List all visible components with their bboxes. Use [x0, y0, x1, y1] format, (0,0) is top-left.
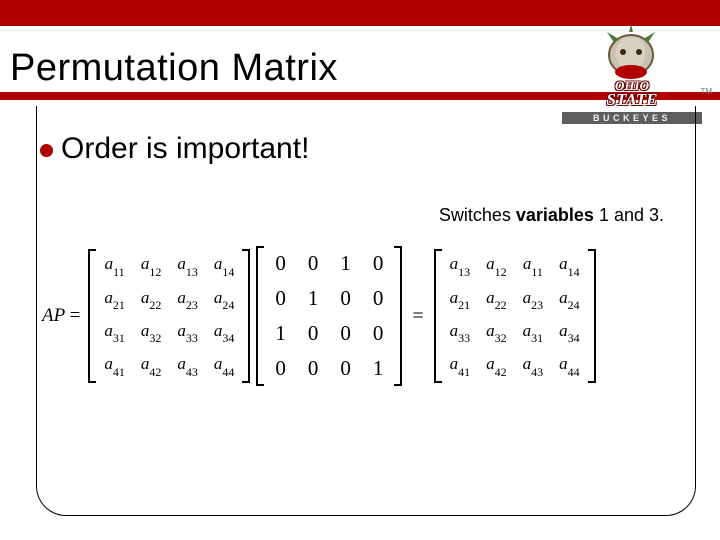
- matrix-cell: a42: [478, 349, 515, 382]
- trademark: TM: [700, 87, 712, 96]
- matrix-cell: a44: [206, 349, 243, 382]
- ohio-state-logo: OHIOSTATE BUCKEYES TM: [562, 20, 702, 110]
- matrix-cell: 0: [264, 351, 297, 386]
- matrix-cell: 1: [362, 351, 395, 386]
- matrix-cell: a44: [551, 349, 588, 382]
- matrix-cell: a22: [133, 283, 170, 316]
- matrix-cell: a34: [551, 316, 588, 349]
- equation: AP = a11a12a13a14a21a22a23a24a31a32a33a3…: [42, 246, 692, 386]
- matrix-cell: a41: [96, 349, 133, 382]
- matrix-cell: 0: [297, 351, 330, 386]
- matrix-cell: a33: [169, 316, 206, 349]
- caption: Switches variables 1 and 3.: [439, 205, 664, 226]
- matrix-cell: a11: [96, 249, 133, 282]
- matrix-p: 0010010010000001: [256, 246, 402, 386]
- matrix-cell: a43: [515, 349, 552, 382]
- matrix-cell: a24: [206, 283, 243, 316]
- matrix-cell: a41: [442, 349, 479, 382]
- matrix-a: a11a12a13a14a21a22a23a24a31a32a33a34a41a…: [88, 249, 250, 383]
- matrix-cell: 0: [329, 351, 362, 386]
- slide: Permutation Matrix OHIOSTATE BUCKEYES TM…: [0, 0, 720, 540]
- bullet-text: Order is important!: [61, 132, 309, 165]
- matrix-cell: 1: [329, 246, 362, 281]
- matrix-cell: a22: [478, 283, 515, 316]
- matrix-cell: a21: [442, 283, 479, 316]
- matrix-cell: 0: [264, 281, 297, 316]
- matrix-cell: a33: [442, 316, 479, 349]
- matrix-result: a13a12a11a14a21a22a23a24a33a32a31a34a41a…: [434, 249, 596, 383]
- matrix-cell: a21: [96, 283, 133, 316]
- matrix-cell: a14: [551, 249, 588, 282]
- matrix-cell: 1: [297, 281, 330, 316]
- bullet-item: Order is important!: [40, 132, 680, 166]
- matrix-cell: 0: [362, 281, 395, 316]
- matrix-cell: a12: [133, 249, 170, 282]
- matrix-cell: 0: [264, 246, 297, 281]
- matrix-cell: 1: [264, 316, 297, 351]
- mascot-icon: [593, 20, 671, 82]
- bullet-icon: [40, 144, 53, 157]
- matrix-cell: a12: [478, 249, 515, 282]
- matrix-cell: a14: [206, 249, 243, 282]
- matrix-cell: a11: [515, 249, 552, 282]
- matrix-cell: a32: [478, 316, 515, 349]
- equals-sign: =: [408, 305, 427, 328]
- eq-lhs: AP =: [42, 305, 82, 327]
- matrix-cell: 0: [362, 316, 395, 351]
- matrix-cell: a34: [206, 316, 243, 349]
- page-title: Permutation Matrix: [10, 47, 338, 90]
- matrix-cell: a43: [169, 349, 206, 382]
- matrix-cell: a23: [515, 283, 552, 316]
- matrix-cell: a32: [133, 316, 170, 349]
- matrix-cell: 0: [297, 316, 330, 351]
- matrix-cell: 0: [329, 281, 362, 316]
- matrix-cell: a13: [169, 249, 206, 282]
- matrix-cell: a31: [515, 316, 552, 349]
- matrix-cell: a23: [169, 283, 206, 316]
- matrix-cell: a24: [551, 283, 588, 316]
- matrix-cell: a31: [96, 316, 133, 349]
- matrix-cell: 0: [297, 246, 330, 281]
- matrix-cell: a42: [133, 349, 170, 382]
- matrix-cell: a13: [442, 249, 479, 282]
- matrix-cell: 0: [329, 316, 362, 351]
- matrix-cell: 0: [362, 246, 395, 281]
